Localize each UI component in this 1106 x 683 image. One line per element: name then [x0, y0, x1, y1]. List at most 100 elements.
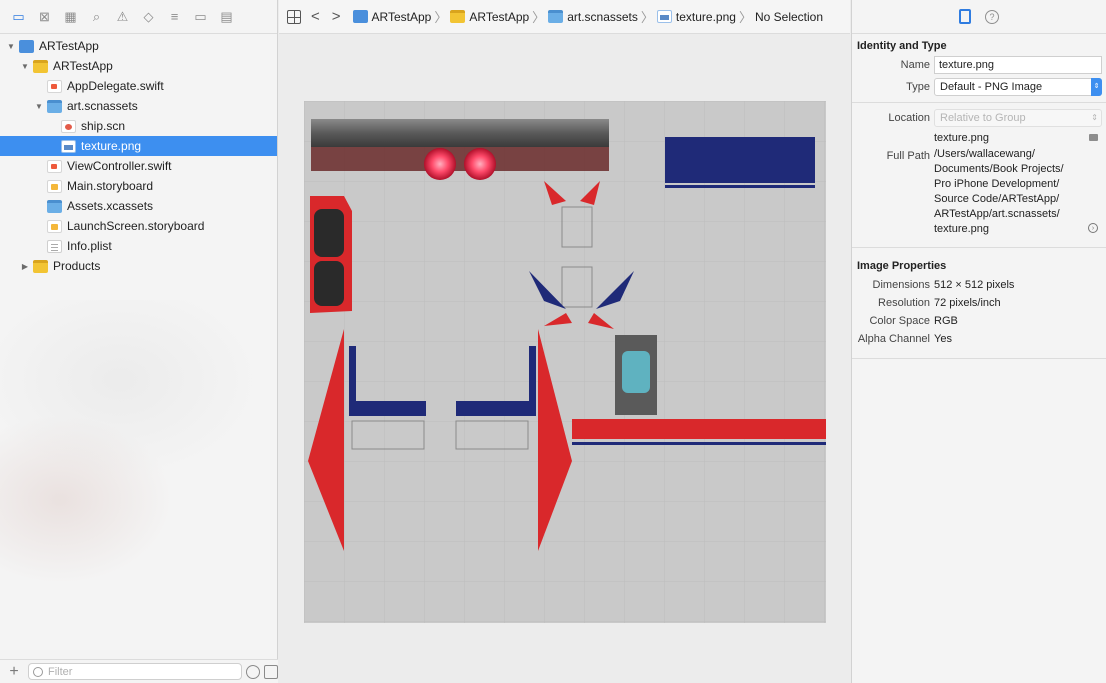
image-property-value: 72 pixels/inch: [934, 297, 1001, 309]
breadcrumb-item[interactable]: texture.png: [656, 9, 736, 24]
navigator-background: [0, 300, 278, 640]
recent-files-icon[interactable]: [246, 664, 260, 679]
choose-folder-icon[interactable]: [1089, 134, 1098, 141]
type-value: Default - PNG Image: [940, 81, 1043, 93]
breadcrumb: ARTestApp 〉 ARTestApp 〉 art.scnassets 〉 textur…: [352, 7, 823, 26]
png-file-icon: [61, 139, 76, 153]
folder-icon[interactable]: ▭: [6, 6, 31, 28]
breadcrumb-separator-icon: 〉: [738, 10, 752, 25]
png-file-icon: [656, 10, 672, 23]
breadcrumb-label: ARTestApp: [371, 9, 432, 24]
disclosure-triangle-icon[interactable]: ▼: [20, 62, 30, 71]
name-row: Name texture.png: [852, 56, 1106, 74]
full-path-line: Source Code/ARTestApp/: [934, 193, 1060, 205]
breakpoint-icon[interactable]: ▭: [188, 6, 213, 28]
tree-item[interactable]: LaunchScreen.storyboard: [0, 216, 277, 236]
image-property-label: Alpha Channel: [857, 333, 930, 345]
swift-file-icon: [47, 159, 62, 173]
full-path-row: Full Path /Users/wallacewang/Documents/B…: [852, 147, 1106, 237]
image-property-label: Resolution: [878, 297, 930, 309]
full-path-line: Documents/Book Projects/: [934, 163, 1064, 175]
tree-item[interactable]: ▶ Products: [0, 256, 277, 276]
tree-item[interactable]: ▼ ARTestApp: [0, 36, 277, 56]
breadcrumb-item[interactable]: ARTestApp: [352, 9, 432, 24]
quick-help-icon[interactable]: ?: [985, 9, 999, 24]
file-inspector-icon[interactable]: [959, 9, 971, 24]
image-property-row: Alpha Channel Yes: [852, 330, 1106, 348]
tree-item[interactable]: Main.storyboard: [0, 176, 277, 196]
test-icon[interactable]: ◇: [136, 6, 161, 28]
tree-item[interactable]: texture.png: [0, 136, 277, 156]
tree-item-label: texture.png: [81, 139, 142, 153]
tree-item[interactable]: ViewController.swift: [0, 156, 277, 176]
popup-stepper-icon: ⇕: [1091, 78, 1102, 96]
filename-row: texture.png: [852, 129, 1106, 147]
breadcrumb-label: art.scnassets: [567, 9, 638, 24]
image-property-label: Color Space: [869, 315, 930, 327]
breadcrumb-label: texture.png: [675, 9, 736, 24]
full-path-line: Pro iPhone Development/: [934, 178, 1060, 190]
breadcrumb-item[interactable]: art.scnassets: [548, 10, 638, 24]
tree-item[interactable]: AppDelegate.swift: [0, 76, 277, 96]
reveal-in-finder-icon[interactable]: ›: [1088, 223, 1098, 233]
plist-file-icon: [47, 239, 62, 253]
full-path-line: /Users/wallacewang/: [934, 148, 1035, 160]
tree-item[interactable]: ship.scn: [0, 116, 277, 136]
add-file-button[interactable]: +: [0, 663, 28, 681]
image-property-value: RGB: [934, 315, 958, 327]
image-property-value: Yes: [934, 333, 952, 345]
tree-item[interactable]: Info.plist: [0, 236, 277, 256]
tree-item[interactable]: Assets.xcassets: [0, 196, 277, 216]
type-popup[interactable]: Default - PNG Image ⇕: [934, 78, 1102, 96]
breadcrumb-label: ARTestApp: [469, 9, 530, 24]
tree-item-label: Assets.xcassets: [67, 199, 154, 213]
disclosure-triangle-icon[interactable]: ▼: [34, 102, 44, 111]
file-inspector: ? Identity and Type Name texture.png Typ…: [851, 0, 1106, 683]
tree-item[interactable]: ▼ ARTestApp: [0, 56, 277, 76]
breadcrumb-separator-icon: 〉: [434, 10, 448, 25]
image-property-row: Color Space RGB: [852, 312, 1106, 330]
back-button[interactable]: <: [311, 8, 320, 25]
filter-field[interactable]: Filter: [28, 663, 242, 680]
tree-item-label: ARTestApp: [39, 39, 99, 53]
divider: [852, 358, 1106, 359]
inspector-tab-bar: ?: [852, 0, 1106, 34]
location-stepper-icon: ⇕: [1091, 113, 1098, 122]
source-control-icon[interactable]: ⊠: [32, 6, 57, 28]
jump-bar: < > ARTestApp 〉 ARTestApp 〉 art.scnassets 〉 te…: [279, 0, 850, 34]
tree-item[interactable]: ▼ art.scnassets: [0, 96, 277, 116]
tree-item-label: Products: [53, 259, 101, 273]
identity-section-title: Identity and Type: [857, 40, 947, 52]
forward-button[interactable]: >: [332, 8, 341, 25]
type-row: Type Default - PNG Image ⇕: [852, 78, 1106, 96]
folder-yellow-file-icon: [450, 10, 466, 23]
editor-area: < > ARTestApp 〉 ARTestApp 〉 art.scnassets 〉 te…: [279, 0, 850, 683]
source-control-filter-icon[interactable]: [264, 664, 278, 679]
image-properties-list: Dimensions 512 × 512 pixels Resolution 72 p…: [852, 276, 1106, 348]
find-icon[interactable]: ⌕: [84, 6, 109, 28]
tree-item-label: AppDelegate.swift: [67, 79, 164, 93]
disclosure-triangle-icon[interactable]: ▶: [20, 262, 30, 271]
disclosure-triangle-icon[interactable]: ▼: [6, 42, 16, 51]
xcode-window: ▭ ⊠ ▦ ⌕ ⚠ ◇ ≡ ▭ ▤ ▼ ARTestApp ▼ ARTestApp AppDelegat…: [0, 0, 1106, 683]
filter-placeholder: Filter: [48, 665, 73, 678]
image-property-row: Resolution 72 pixels/inch: [852, 294, 1106, 312]
breadcrumb-label: No Selection: [754, 9, 824, 24]
type-label: Type: [906, 81, 930, 93]
divider: [852, 102, 1106, 103]
scn-file-icon: [61, 119, 76, 133]
full-path-line: ARTestApp/art.scnassets/: [934, 208, 1060, 220]
file-tree: ▼ ARTestApp ▼ ARTestApp AppDelegate.swift ▼ ar…: [0, 34, 277, 276]
storyboard-file-icon: [47, 219, 62, 233]
name-label: Name: [900, 59, 930, 71]
image-properties-title: Image Properties: [857, 260, 947, 272]
breadcrumb-item[interactable]: No Selection: [755, 10, 823, 24]
symbol-icon[interactable]: ▦: [58, 6, 83, 28]
debug-icon[interactable]: ≡: [162, 6, 187, 28]
breadcrumb-item[interactable]: ARTestApp: [450, 10, 529, 24]
issue-icon[interactable]: ⚠: [110, 6, 135, 28]
related-items-icon[interactable]: [287, 9, 301, 24]
location-label: Location: [888, 112, 930, 124]
report-icon[interactable]: ▤: [214, 6, 239, 28]
name-field[interactable]: texture.png: [934, 56, 1102, 74]
